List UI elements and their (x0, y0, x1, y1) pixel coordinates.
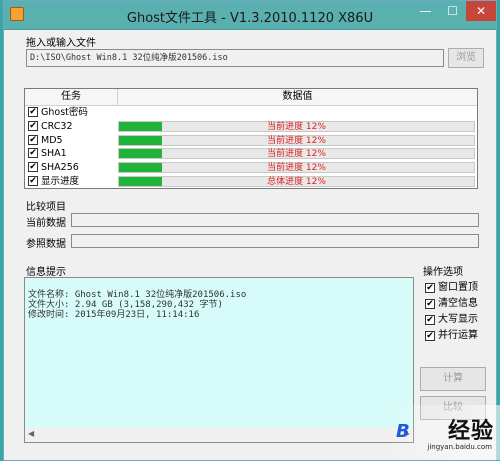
task-table-header: 任务 数据值 (25, 89, 477, 106)
progress-text: 当前进度 12% (267, 121, 326, 132)
file-path-input[interactable]: D:\ISO\Ghost Win8.1 32位纯净版201506.iso (26, 49, 444, 67)
progress-bar: 总体进度 12% (118, 176, 475, 187)
task-name: 显示进度 (41, 176, 80, 187)
title-bar[interactable]: Ghost文件工具 - V1.3.2010.1120 X86U — ☐ ✕ (4, 1, 496, 30)
progress-text: 当前进度 12% (267, 135, 326, 146)
checkbox[interactable]: ✔ (28, 107, 38, 117)
info-section-label: 信息提示 (26, 267, 66, 278)
progress-bar: 当前进度 12% (118, 134, 475, 146)
info-text-area[interactable]: 文件名称: Ghost Win8.1 32位纯净版201506.iso 文件大小… (24, 277, 414, 443)
file-input-label: 拖入或输入文件 (26, 38, 96, 49)
checkbox[interactable]: ✔ (28, 176, 38, 186)
app-window: Ghost文件工具 - V1.3.2010.1120 X86U — ☐ ✕ 拖入… (3, 0, 500, 461)
scroll-left-icon[interactable]: ◀ (28, 429, 34, 438)
task-column-header[interactable]: 任务 (25, 89, 118, 105)
task-name: MD5 (41, 134, 63, 146)
task-row[interactable]: ✔ 显示进度 总体进度 12% (25, 175, 477, 188)
info-line-filename: 文件名称: Ghost Win8.1 32位纯净版201506.iso (28, 290, 247, 300)
info-line-filesize: 文件大小: 2.94 GB (3,158,290,432 字节) (28, 300, 223, 310)
watermark-url: jingyan.baidu.com (427, 443, 492, 451)
maximize-button[interactable]: ☐ (439, 1, 466, 21)
checkbox[interactable]: ✔ (28, 148, 38, 159)
option-label: 并行运算 (438, 330, 478, 341)
reference-data-label: 参照数据 (26, 239, 66, 250)
calculate-button[interactable]: 计算 (420, 367, 486, 391)
task-row[interactable]: ✔ SHA256 当前进度 12% (25, 161, 477, 174)
task-row[interactable]: ✔ CRC32 当前进度 12% (25, 120, 477, 133)
option-label: 清空信息 (438, 298, 478, 309)
current-data-field[interactable] (71, 213, 479, 227)
horizontal-scrollbar[interactable]: ◀ ▶ (24, 428, 414, 443)
current-data-label: 当前数据 (26, 218, 66, 229)
value-column-header[interactable]: 数据值 (118, 89, 477, 105)
checkbox[interactable]: ✔ (425, 331, 435, 341)
close-button[interactable]: ✕ (466, 1, 496, 21)
option-label: 大写显示 (438, 314, 478, 325)
progress-text: 当前进度 12% (267, 149, 326, 160)
checkbox[interactable]: ✔ (28, 134, 38, 145)
checkbox[interactable]: ✔ (425, 283, 435, 293)
checkbox[interactable]: ✔ (28, 162, 38, 173)
options-section-label: 操作选项 (423, 267, 463, 278)
task-row[interactable]: ✔ MD5 当前进度 12% (25, 134, 477, 147)
progress-bar: 当前进度 12% (118, 162, 475, 174)
info-line-modified: 修改时间: 2015年09月23日, 11:14:16 (28, 310, 200, 320)
checkbox[interactable]: ✔ (425, 299, 435, 309)
task-row[interactable]: ✔ Ghost密码 (25, 106, 477, 119)
task-name: CRC32 (41, 120, 73, 132)
progress-bar: 当前进度 12% (118, 148, 475, 160)
task-row[interactable]: ✔ SHA1 当前进度 12% (25, 147, 477, 160)
progress-text: 总体进度 12% (267, 177, 326, 187)
compare-section-label: 比较项目 (26, 202, 66, 213)
browse-button[interactable]: 浏览 (448, 48, 484, 68)
reference-data-field[interactable] (71, 234, 479, 248)
task-name: SHA1 (41, 148, 67, 160)
watermark-text: 经验 (447, 419, 494, 444)
task-table: 任务 数据值 ✔ Ghost密码 ✔ CRC32 当前进度 12% ✔ MD5 当前进度 12… (24, 88, 478, 189)
checkbox[interactable]: ✔ (425, 315, 435, 325)
option-label: 窗口置顶 (438, 282, 478, 293)
minimize-button[interactable]: — (412, 1, 439, 21)
checkbox[interactable]: ✔ (28, 120, 38, 131)
options-group: ✔ 窗口置顶 ✔ 清空信息 ✔ 大写显示 ✔ 并行运算 (423, 278, 485, 346)
task-name: SHA256 (41, 162, 79, 174)
task-name: Ghost密码 (41, 107, 88, 118)
progress-bar: 当前进度 12% (118, 120, 475, 132)
baidu-logo-icon: B (396, 421, 410, 442)
progress-text: 当前进度 12% (267, 163, 326, 174)
